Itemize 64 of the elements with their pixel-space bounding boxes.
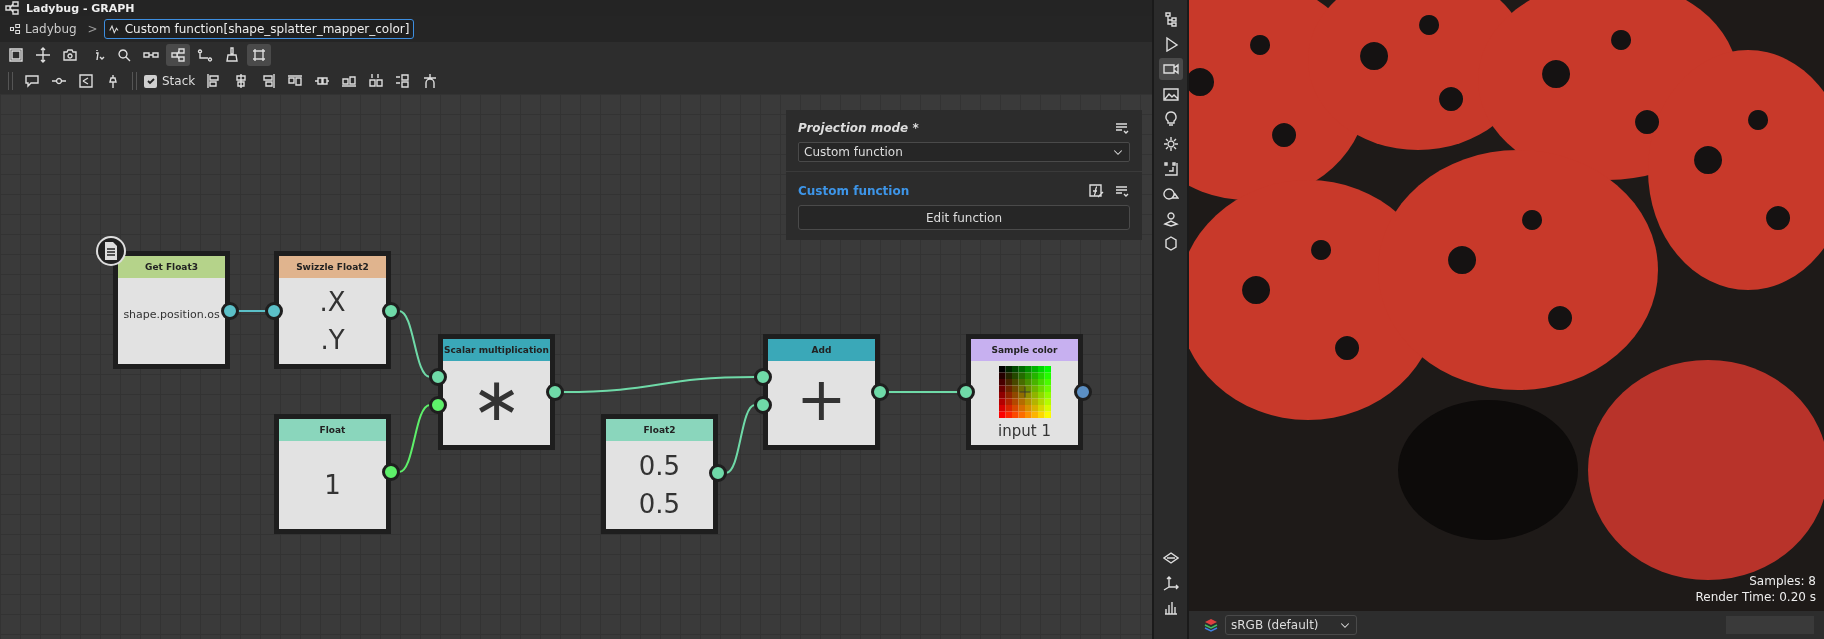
node-title: Get Float3 <box>118 256 225 278</box>
window-title: Ladybug - GRAPH <box>26 1 135 15</box>
video-camera-icon[interactable] <box>1158 58 1183 80</box>
node-port[interactable] <box>754 368 772 386</box>
projection-dropdown[interactable]: Custom function <box>798 142 1130 162</box>
node-value: 0.5 <box>638 488 681 521</box>
color-grid-icon <box>998 366 1051 418</box>
section-title: Custom function <box>798 184 910 198</box>
node-title: Scalar multiplication <box>443 339 550 361</box>
graph-node[interactable]: Float2 0.5 0.5 <box>601 414 718 534</box>
node-title: Float <box>279 419 386 441</box>
node-port[interactable] <box>382 302 400 320</box>
graph-node[interactable]: Get Float3 shape.position.os <box>113 251 230 369</box>
node-port[interactable] <box>382 463 400 481</box>
wave-icon <box>108 23 121 35</box>
connection-wire <box>398 310 431 378</box>
node-title: Sample color <box>971 339 1078 361</box>
node-port[interactable] <box>429 368 447 386</box>
node-port[interactable] <box>1074 383 1092 401</box>
node-port[interactable] <box>957 383 975 401</box>
node-port[interactable] <box>221 302 239 320</box>
document-icon[interactable] <box>95 235 127 267</box>
frame-select-icon[interactable] <box>247 44 271 66</box>
node-port[interactable] <box>546 383 564 401</box>
check-icon <box>145 76 156 86</box>
breadcrumb-separator: > <box>87 22 98 36</box>
edit-function-button[interactable]: Edit function <box>798 205 1130 230</box>
graph-layout-icon[interactable] <box>166 44 190 66</box>
stack-checkbox[interactable]: Stack <box>144 74 196 88</box>
property-label: Projection mode * <box>798 121 919 135</box>
breadcrumb-tab[interactable]: Custom function[shape_splatter_mapper_color] <box>103 19 415 39</box>
graph-node[interactable]: Add + <box>763 334 880 450</box>
node-port[interactable] <box>265 302 283 320</box>
node-value: .Y <box>320 324 345 357</box>
node-port[interactable] <box>709 464 727 482</box>
graph-node[interactable]: Float 1 <box>274 414 391 534</box>
breadcrumb-link[interactable]: Ladybug <box>4 19 82 39</box>
connection-wire <box>725 404 756 474</box>
edit-function-icon[interactable] <box>1088 183 1104 199</box>
samples-count: Samples: 8 <box>1749 573 1816 589</box>
render-time: Render Time: 0.20 s <box>1695 589 1816 605</box>
operator-symbol: + <box>796 369 847 429</box>
node-port[interactable] <box>754 396 772 414</box>
operator-symbol: ∗ <box>471 369 522 429</box>
graph-node[interactable]: Scalar multiplication ∗ <box>438 334 555 450</box>
node-label: input 1 <box>998 422 1051 440</box>
layers-icon[interactable] <box>1203 617 1219 633</box>
node-value: shape.position.os <box>123 307 220 321</box>
connection-wire <box>398 404 431 473</box>
options-icon[interactable] <box>1114 120 1130 136</box>
connection-wire <box>237 310 267 312</box>
node-title: Float2 <box>606 419 713 441</box>
graph-node[interactable]: Sample color input 1 <box>966 334 1083 450</box>
color-space-dropdown[interactable]: sRGB (default) <box>1225 615 1357 635</box>
node-value: 1 <box>324 469 341 502</box>
node-title: Swizzle Float2 <box>279 256 386 278</box>
node-title: Add <box>768 339 875 361</box>
options-icon[interactable] <box>1114 183 1130 199</box>
node-port[interactable] <box>871 383 889 401</box>
graph-node[interactable]: Swizzle Float2 .X .Y <box>274 251 391 369</box>
node-port[interactable] <box>429 396 447 414</box>
connection-wire <box>887 391 959 393</box>
node-value: .X <box>319 286 346 319</box>
node-value: 0.5 <box>638 450 681 483</box>
